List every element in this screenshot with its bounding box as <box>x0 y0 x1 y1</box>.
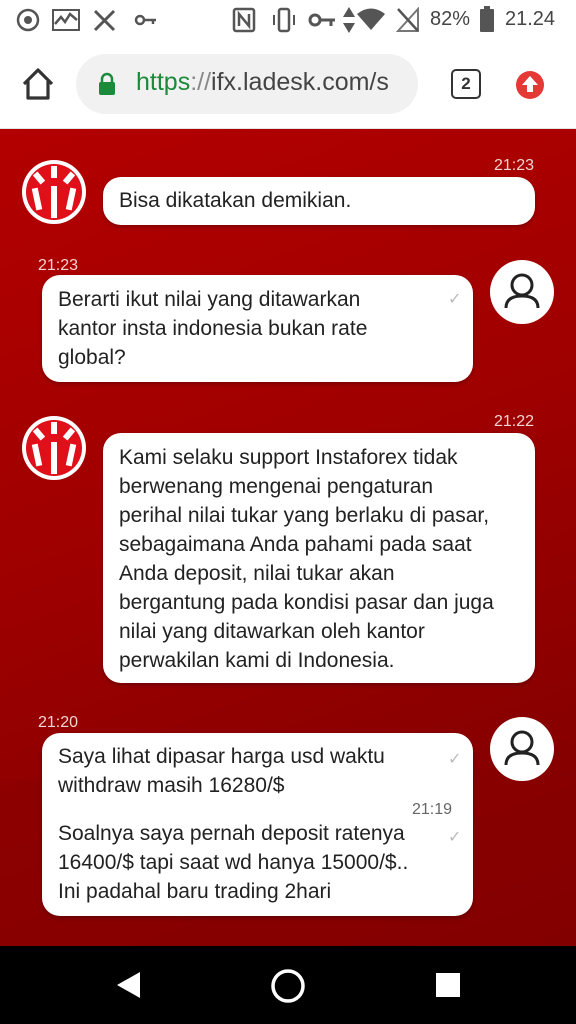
chrome-icon <box>16 8 40 32</box>
user-icon <box>504 273 540 309</box>
activity-icon <box>52 9 80 31</box>
instaforex-logo-icon <box>23 161 85 223</box>
message-text: Saya lihat dipasar harga usd waktu withd… <box>58 745 385 797</box>
message-text: Bisa dikatakan demikian. <box>119 189 352 212</box>
vpn-key-icon <box>308 13 335 27</box>
no-signal-icon <box>396 7 419 32</box>
message-text: Kami selaku support Instaforex tidak ber… <box>119 446 494 672</box>
vibrate-icon <box>273 7 295 33</box>
data-arrows-icon <box>343 7 355 33</box>
url-text: https://ifx.ladesk.com/s <box>136 68 389 97</box>
clock: 21.24 <box>505 8 556 30</box>
agent-message-bubble: Kami selaku support Instaforex tidak ber… <box>103 433 535 683</box>
nfc-icon <box>232 7 256 33</box>
message-time: 21:23 <box>38 257 79 274</box>
key-icon <box>134 14 156 26</box>
read-check-icon: ✓ <box>448 751 462 768</box>
instaforex-logo-icon <box>23 417 85 479</box>
address-bar[interactable]: https://ifx.ladesk.com/s <box>76 54 418 114</box>
message-text: Soalnya saya pernah deposit ratenya 1640… <box>58 822 409 903</box>
battery-icon <box>480 6 494 32</box>
tools-icon <box>93 9 116 32</box>
user-message-bubble: Saya lihat dipasar harga usd waktu withd… <box>42 733 473 916</box>
agent-avatar <box>22 160 86 224</box>
read-check-icon: ✓ <box>448 829 462 846</box>
message-time: 21:23 <box>494 157 535 174</box>
back-icon[interactable] <box>114 970 144 1000</box>
url-host: ifx.ladesk.com/s <box>211 68 389 96</box>
message-time: 21:20 <box>38 714 79 731</box>
message-time: 21:22 <box>494 413 535 430</box>
agent-message-bubble: Bisa dikatakan demikian. <box>103 177 535 225</box>
message-time: 21:19 <box>412 801 453 818</box>
user-message-bubble: Berarti ikut nilai yang ditawarkan kanto… <box>42 275 473 382</box>
user-icon <box>504 730 540 766</box>
chat-area[interactable]: 21:23 Bisa dikatakan demikian. 21:23 Ber… <box>0 129 576 946</box>
home-icon[interactable] <box>18 64 58 104</box>
lock-icon <box>99 72 115 95</box>
recents-icon[interactable] <box>436 973 460 997</box>
url-scheme: https <box>136 68 191 96</box>
home-circle-icon[interactable] <box>270 968 306 1004</box>
agent-avatar <box>22 416 86 480</box>
user-avatar <box>490 260 554 324</box>
browser-toolbar: https://ifx.ladesk.com/s 2 <box>0 40 576 129</box>
wifi-icon <box>357 8 385 30</box>
tab-count: 2 <box>461 74 471 93</box>
battery-percent: 82% <box>430 8 471 30</box>
message-text: Berarti ikut nilai yang ditawarkan kanto… <box>58 288 368 369</box>
read-check-icon: ✓ <box>448 291 462 308</box>
status-bar: 82% 21.24 <box>0 0 576 40</box>
tab-switcher-button[interactable]: 2 <box>451 69 481 99</box>
user-avatar <box>490 717 554 781</box>
navigation-bar <box>0 946 576 1024</box>
url-separator: :// <box>190 68 212 96</box>
update-icon[interactable] <box>515 70 545 100</box>
